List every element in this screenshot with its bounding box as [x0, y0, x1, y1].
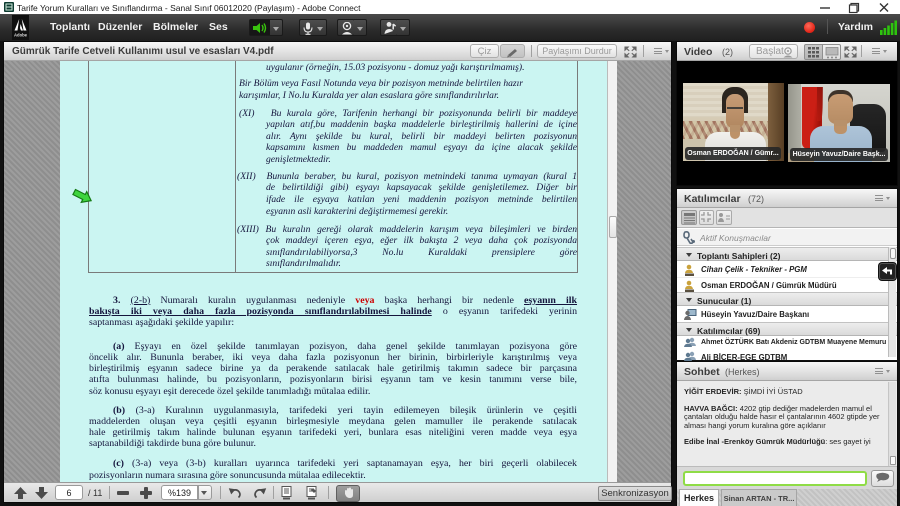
svg-text:Adobe: Adobe	[14, 33, 28, 38]
